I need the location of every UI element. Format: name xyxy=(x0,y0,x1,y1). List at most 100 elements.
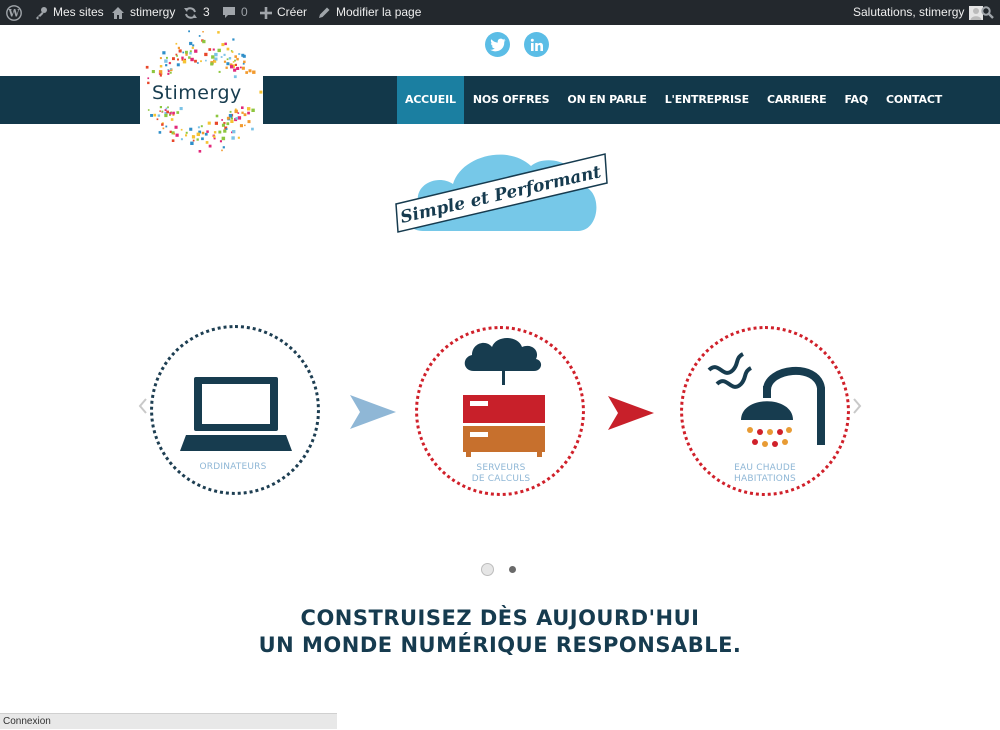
updates-menu[interactable]: 3 xyxy=(183,0,210,25)
logo-pixel xyxy=(206,130,209,133)
logo-pixel xyxy=(207,121,211,125)
logo-pixel xyxy=(175,133,179,137)
logo-pixel xyxy=(169,71,172,74)
new-content-menu[interactable]: Créer xyxy=(260,0,307,25)
logo-pixel xyxy=(213,135,216,138)
logo-pixel xyxy=(185,131,188,134)
my-sites-menu[interactable]: Mes sites xyxy=(34,0,104,25)
logo-pixel xyxy=(212,48,215,51)
my-sites-label: Mes sites xyxy=(53,5,104,19)
slider-dot-1[interactable] xyxy=(481,563,494,576)
logo-pixel xyxy=(236,66,240,70)
logo-pixel xyxy=(190,57,194,62)
logo-pixel xyxy=(182,60,187,64)
logo-pixel xyxy=(201,137,204,141)
logo-pixel xyxy=(226,116,230,120)
home-icon xyxy=(111,6,125,20)
browser-status-bar: Connexion xyxy=(0,713,337,729)
greeting-label: Salutations, stimergy xyxy=(853,5,965,19)
logo-pixel xyxy=(223,129,227,133)
site-name-label: stimergy xyxy=(130,5,176,19)
logo-pixel xyxy=(170,118,174,121)
logo-pixel xyxy=(241,66,245,70)
nav-item-contact[interactable]: CONTACT xyxy=(877,76,951,124)
logo-pixel xyxy=(157,114,161,117)
logo-pixel xyxy=(192,44,195,47)
headline-line2: UN MONDE NUMÉRIQUE RESPONSABLE. xyxy=(258,633,742,657)
logo-pixel xyxy=(170,68,172,70)
logo-pixel xyxy=(225,66,228,69)
logo-pixel xyxy=(168,62,171,65)
logo-pixel xyxy=(200,60,202,63)
logo-pixel xyxy=(208,144,212,148)
logo-pixel xyxy=(238,53,241,55)
logo-pixel xyxy=(189,52,192,55)
logo-pixel xyxy=(158,131,162,134)
search-icon[interactable] xyxy=(981,0,994,25)
logo-pixel xyxy=(197,62,199,64)
logo-pixel xyxy=(221,123,225,127)
logo-pixel xyxy=(251,127,254,131)
arrow-right-red-icon xyxy=(608,396,654,430)
comment-icon xyxy=(222,6,236,19)
logo-pixel xyxy=(223,53,226,56)
logo-pixel xyxy=(237,116,242,120)
logo-pixel xyxy=(166,110,169,114)
slider-prev-arrow[interactable] xyxy=(138,398,148,419)
site-name-menu[interactable]: stimergy xyxy=(111,0,175,25)
chevron-right-icon xyxy=(853,398,862,414)
logo-pixel xyxy=(159,57,162,60)
logo-pixel xyxy=(229,110,232,113)
logo-pixel xyxy=(240,66,242,69)
logo-pixel xyxy=(218,130,222,134)
logo-pixel xyxy=(228,57,232,60)
headline-line1: CONSTRUISEZ DÈS AUJOURD'HUI xyxy=(300,606,700,630)
edit-page-link[interactable]: Modifier la page xyxy=(318,0,421,25)
logo-pixel xyxy=(230,119,234,123)
slider-dot-2[interactable] xyxy=(509,566,516,573)
logo-pixel xyxy=(234,109,238,114)
account-menu[interactable]: Salutations, stimergy xyxy=(853,0,984,25)
nav-item-nos-offres[interactable]: NOS OFFRES xyxy=(464,76,559,124)
pencil-icon xyxy=(318,6,331,19)
shower-icon xyxy=(707,352,825,447)
caption-hot-water-line2: HABITATIONS xyxy=(734,474,796,484)
logo-pixel xyxy=(225,128,228,130)
logo-text: Stimergy xyxy=(152,82,242,104)
logo-pixel xyxy=(208,48,212,51)
logo-pixel xyxy=(164,113,168,118)
logo-pixel xyxy=(191,46,194,49)
logo-pixel xyxy=(232,130,236,134)
logo-pixel xyxy=(153,113,157,117)
logo-pixel xyxy=(180,128,183,131)
logo-pixel xyxy=(213,131,217,134)
nav-item-entreprise[interactable]: L'ENTREPRISE xyxy=(656,76,758,124)
logo-pixel xyxy=(236,57,239,61)
nav-item-faq[interactable]: FAQ xyxy=(836,76,878,124)
linkedin-icon[interactable] xyxy=(524,32,549,57)
logo-pixel xyxy=(196,138,199,141)
nav-item-on-en-parle[interactable]: ON EN PARLE xyxy=(558,76,655,124)
slider-next-arrow[interactable] xyxy=(852,398,862,419)
logo-pixel xyxy=(252,70,256,74)
logo-pixel xyxy=(172,57,175,61)
caption-hot-water-line1: EAU CHAUDE xyxy=(734,463,796,473)
logo-pixel xyxy=(218,70,221,73)
wordpress-icon[interactable]: W xyxy=(6,0,22,25)
twitter-icon[interactable] xyxy=(485,32,510,57)
logo-pixel xyxy=(214,52,218,57)
logo-pixel xyxy=(177,46,180,49)
nav-item-accueil[interactable]: ACCUEIL xyxy=(397,76,464,124)
caption-servers-line1: SERVEURS xyxy=(476,463,526,473)
logo-pixel xyxy=(222,146,225,149)
logo-pixel xyxy=(167,70,170,73)
nav-item-carriere[interactable]: CARRIERE xyxy=(758,76,836,124)
logo-pixel xyxy=(145,65,149,69)
logo-pixel xyxy=(188,30,190,33)
logo-pixel xyxy=(248,69,252,73)
comments-menu[interactable]: 0 xyxy=(222,0,248,25)
logo-pixel xyxy=(201,131,205,135)
logo-pixel xyxy=(231,136,235,140)
logo-pixel xyxy=(247,120,251,124)
logo-pixel xyxy=(194,49,198,53)
